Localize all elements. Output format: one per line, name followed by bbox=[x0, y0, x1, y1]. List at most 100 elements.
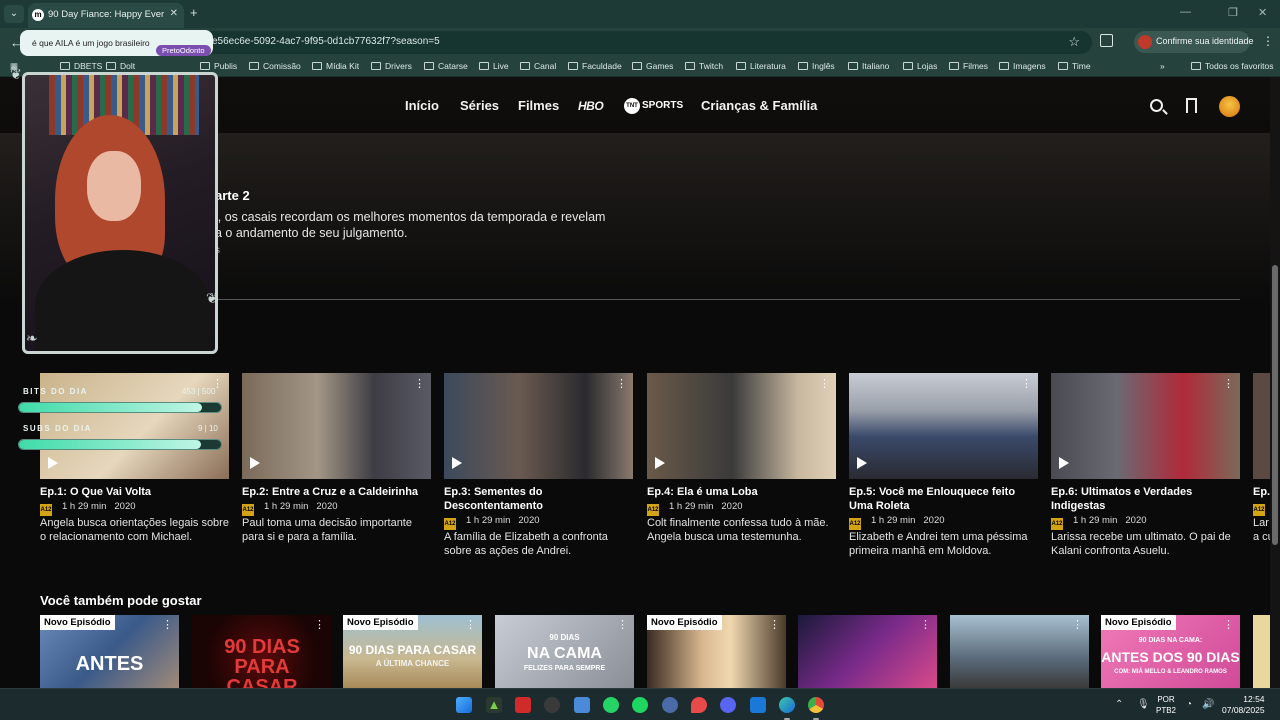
episode-title[interactable]: Ep. bbox=[1253, 485, 1270, 499]
more-options-icon[interactable]: ⋮ bbox=[920, 618, 931, 631]
bookmark-midia-kit[interactable]: Mídia Kit bbox=[312, 61, 359, 71]
bookmark-publis[interactable]: Publis bbox=[200, 61, 237, 71]
bookmark-canal[interactable]: Canal bbox=[520, 61, 556, 71]
tray-overflow-icon[interactable]: ⌃ bbox=[1115, 699, 1123, 710]
bookmark-catarse[interactable]: Catarse bbox=[424, 61, 468, 71]
more-options-icon[interactable]: ⋮ bbox=[1072, 618, 1083, 631]
tab-search-button[interactable]: ⌄ bbox=[4, 5, 24, 23]
recommendation-card-6[interactable]: ⋮ bbox=[798, 615, 937, 688]
recommendation-card-3[interactable]: 90 DIAS PARA CASAR A ÚLTIMA CHANCE Novo … bbox=[343, 615, 482, 688]
bookmark-imagens[interactable]: Imagens bbox=[999, 61, 1046, 71]
play-icon[interactable] bbox=[48, 457, 58, 469]
more-options-icon[interactable]: ⋮ bbox=[1223, 377, 1234, 390]
bookmark-star-icon[interactable]: ☆ bbox=[1068, 34, 1080, 50]
back-icon[interactable]: ← bbox=[10, 35, 23, 50]
more-options-icon[interactable]: ⋮ bbox=[212, 377, 223, 390]
recommendation-card-2[interactable]: 90 DIAS PARA CASAR ⋮ bbox=[192, 615, 331, 688]
play-icon[interactable] bbox=[452, 457, 462, 469]
episode-title[interactable]: Ep.1: O Que Vai Volta bbox=[40, 485, 229, 499]
bookmark-faculdade[interactable]: Faculdade bbox=[568, 61, 622, 71]
bookmark-games[interactable]: Games bbox=[632, 61, 673, 71]
episode-thumbnail[interactable]: ⋮ bbox=[849, 373, 1038, 479]
nav-criancas-familia[interactable]: Crianças & Família bbox=[701, 98, 817, 113]
play-icon[interactable] bbox=[1059, 457, 1069, 469]
episode-title[interactable]: Ep.2: Entre a Cruz e a Caldeirinha bbox=[242, 485, 431, 499]
play-icon[interactable] bbox=[857, 457, 867, 469]
my-list-bookmark-icon[interactable] bbox=[1186, 98, 1197, 113]
recommendation-card-9[interactable] bbox=[1253, 615, 1270, 688]
bookmark-dolt[interactable]: Dolt bbox=[106, 61, 135, 71]
episode-thumbnail[interactable] bbox=[1253, 373, 1270, 479]
more-options-icon[interactable]: ⋮ bbox=[1223, 618, 1234, 631]
discord-icon[interactable] bbox=[720, 697, 736, 713]
extensions-icon[interactable] bbox=[1100, 34, 1113, 47]
more-options-icon[interactable]: ⋮ bbox=[617, 618, 628, 631]
play-icon[interactable] bbox=[655, 457, 665, 469]
wifi-icon[interactable]: ◔ bbox=[1186, 699, 1192, 710]
more-options-icon[interactable]: ⋮ bbox=[1021, 377, 1032, 390]
bookmark-lojas[interactable]: Lojas bbox=[903, 61, 937, 71]
bookmark-drivers[interactable]: Drivers bbox=[371, 61, 412, 71]
bookmark-live[interactable]: Live bbox=[479, 61, 509, 71]
more-options-icon[interactable]: ⋮ bbox=[769, 618, 780, 631]
news-app-icon[interactable] bbox=[515, 697, 531, 713]
recommendation-card-7[interactable]: ⋮ bbox=[950, 615, 1089, 688]
recommendation-card-1[interactable]: ANTES Novo Episódio ⋮ bbox=[40, 615, 179, 688]
apps-grid-icon[interactable]: ▦ bbox=[10, 61, 18, 72]
bookmarks-overflow-icon[interactable]: » bbox=[1160, 61, 1165, 71]
bookmark-ingles[interactable]: Inglês bbox=[798, 61, 835, 71]
more-options-icon[interactable]: ⋮ bbox=[314, 618, 325, 631]
chrome-icon[interactable] bbox=[808, 697, 824, 713]
bookmark-literatura[interactable]: Literatura bbox=[736, 61, 786, 71]
maximize-icon[interactable]: ❐ bbox=[1228, 6, 1238, 19]
episode-thumbnail[interactable]: ⋮ bbox=[40, 373, 229, 479]
start-menu-icon[interactable] bbox=[456, 697, 472, 713]
episode-thumbnail[interactable]: ⋮ bbox=[1051, 373, 1240, 479]
whatsapp-icon[interactable] bbox=[603, 697, 619, 713]
browser-app-icon[interactable] bbox=[662, 697, 678, 713]
notepad-icon[interactable] bbox=[574, 697, 590, 713]
page-scrollbar-thumb[interactable] bbox=[1272, 265, 1278, 545]
browser-menu-icon[interactable]: ⋮ bbox=[1262, 34, 1274, 48]
maps-pin-icon[interactable] bbox=[691, 697, 707, 713]
identity-button[interactable]: Confirme sua identidade bbox=[1134, 31, 1254, 53]
address-bar[interactable]: e56ec6e-5092-4ac7-9f95-0d1cb77632f7?seas… bbox=[150, 31, 1092, 54]
recommendation-card-8[interactable]: 90 DIAS NA CAMA: ANTES DOS 90 DIAS COM: … bbox=[1101, 615, 1240, 688]
url-text[interactable]: e56ec6e-5092-4ac7-9f95-0d1cb77632f7?seas… bbox=[212, 36, 440, 47]
more-options-icon[interactable]: ⋮ bbox=[465, 618, 476, 631]
recommendation-card-5[interactable]: Novo Episódio ⋮ bbox=[647, 615, 786, 688]
outlook-icon[interactable] bbox=[750, 697, 766, 713]
tab-close-icon[interactable]: ✕ bbox=[170, 8, 178, 19]
more-options-icon[interactable]: ⋮ bbox=[162, 618, 173, 631]
terminal-icon[interactable]: ▲ bbox=[486, 697, 502, 713]
episode-thumbnail[interactable]: ⋮ bbox=[444, 373, 633, 479]
more-options-icon[interactable]: ⋮ bbox=[616, 377, 627, 390]
nav-hbo-logo[interactable]: HBO bbox=[578, 99, 604, 113]
episode-card-7[interactable]: Ep. A12 Lar a cu bbox=[1253, 373, 1270, 573]
bookmark-italiano[interactable]: Italiano bbox=[848, 61, 889, 71]
close-window-icon[interactable]: ✕ bbox=[1258, 6, 1267, 19]
episode-thumbnail[interactable]: ⋮ bbox=[647, 373, 836, 479]
nav-filmes[interactable]: Filmes bbox=[518, 98, 559, 113]
microphone-icon[interactable]: 🎙 bbox=[1137, 699, 1150, 710]
episode-thumbnail[interactable]: ⋮ bbox=[242, 373, 431, 479]
obs-icon[interactable] bbox=[544, 697, 560, 713]
episode-title[interactable]: Ep.5: Você me Enlouquece feito Uma Rolet… bbox=[849, 485, 1038, 513]
spotify-icon[interactable] bbox=[632, 697, 648, 713]
system-clock[interactable]: 12:54 07/08/2025 bbox=[1222, 694, 1265, 716]
profile-avatar[interactable] bbox=[1219, 96, 1240, 117]
bookmark-dbets[interactable]: DBETS bbox=[60, 61, 102, 71]
input-language[interactable]: POR PTB2 bbox=[1156, 694, 1176, 716]
bookmark-filmes[interactable]: Filmes bbox=[949, 61, 988, 71]
episode-title[interactable]: Ep.6: Ultimatos e Verdades Indigestas bbox=[1051, 485, 1240, 513]
nav-inicio[interactable]: Início bbox=[405, 98, 439, 113]
more-options-icon[interactable]: ⋮ bbox=[414, 377, 425, 390]
play-icon[interactable] bbox=[250, 457, 260, 469]
nav-series[interactable]: Séries bbox=[460, 98, 499, 113]
search-icon[interactable] bbox=[1150, 99, 1163, 112]
volume-icon[interactable]: 🔊 bbox=[1202, 699, 1214, 710]
recommendation-card-4[interactable]: 90 DIAS NA CAMA FELIZES PARA SEMPRE ⋮ bbox=[495, 615, 634, 688]
all-favorites-folder[interactable]: Todos os favoritos bbox=[1191, 61, 1274, 71]
minimize-icon[interactable]: — bbox=[1180, 6, 1191, 18]
episode-title[interactable]: Ep.3: Sementes do Descontentamento bbox=[444, 485, 633, 513]
